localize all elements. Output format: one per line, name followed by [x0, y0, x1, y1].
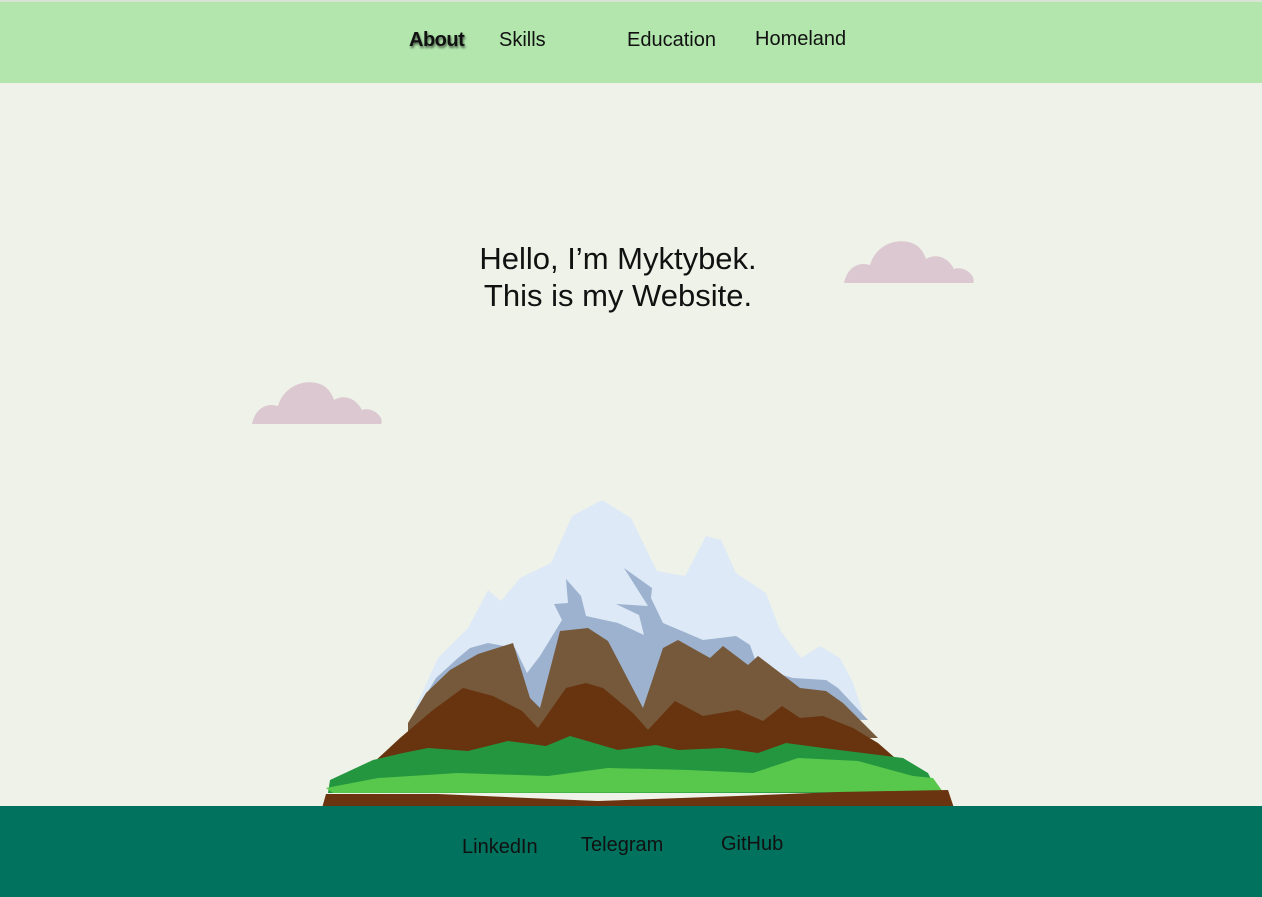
footer: LinkedIn Telegram GitHub [0, 806, 1262, 897]
footer-link-github[interactable]: GitHub [721, 834, 783, 854]
cloud-illustration [844, 241, 974, 283]
navbar: About Skills Education Homeland [0, 2, 1262, 83]
footer-link-telegram[interactable]: Telegram [581, 835, 663, 855]
footer-link-linkedin[interactable]: LinkedIn [462, 837, 538, 857]
hero-line-2: This is my Website. [483, 278, 753, 313]
hero-line-1: Hello, I’m Myktybek. [479, 241, 757, 276]
nav-link-homeland[interactable]: Homeland [755, 29, 846, 49]
page: About Skills Education Homeland Hello, I… [0, 0, 1262, 897]
nav-link-skills[interactable]: Skills [499, 30, 546, 50]
nav-link-education[interactable]: Education [627, 30, 716, 50]
mountain-illustration [322, 500, 954, 808]
hero-heading: Hello, I’m Myktybek. This is my Website. [418, 240, 818, 314]
nav-link-about[interactable]: About [409, 30, 465, 50]
cloud-illustration [252, 382, 382, 424]
